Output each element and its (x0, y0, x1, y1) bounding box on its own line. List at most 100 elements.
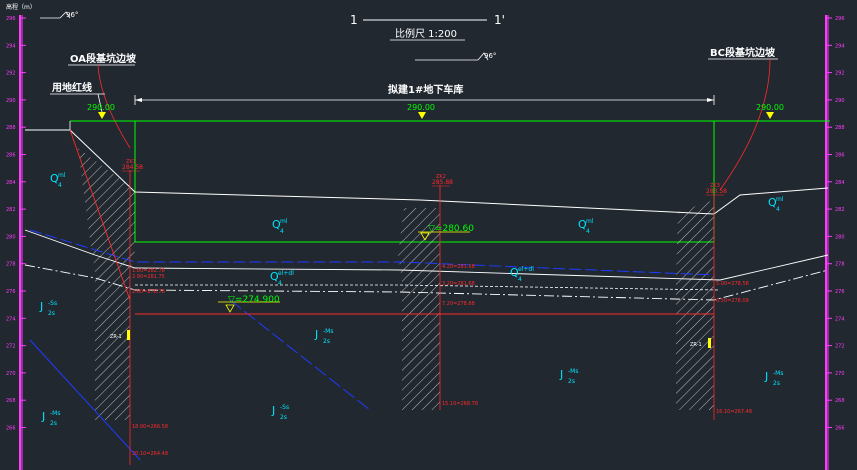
svg-text:290.00: 290.00 (756, 103, 784, 112)
tick-label: 296 (835, 16, 845, 22)
drawing-canvas: 296 294 292 290 288 286 284 282 280 278 276 274 272 2… (0, 0, 857, 470)
strata-label: J -Ms 2s (559, 368, 578, 385)
svg-text:-Ms: -Ms (50, 410, 60, 417)
svg-text:290.00: 290.00 (87, 103, 115, 112)
scale-left-mark: 1 (350, 13, 358, 27)
svg-text:el+dl: el+dl (278, 270, 294, 277)
tick-label: 286 (6, 153, 16, 159)
strata-label: Qml4 (50, 172, 66, 189)
svg-text:2s: 2s (773, 380, 780, 387)
level-marker-left: 290.00 (87, 103, 115, 119)
svg-text:4: 4 (278, 280, 282, 287)
garage-title: 拟建1#地下车库 (388, 83, 463, 96)
svg-text:2s: 2s (280, 414, 287, 421)
svg-text:4: 4 (586, 228, 590, 235)
svg-text:284.58: 284.58 (122, 164, 143, 171)
left-elevation-ruler (19, 15, 23, 470)
right-elevation-ruler (825, 15, 829, 470)
strata-label: Qml4 (578, 218, 594, 235)
svg-text:J: J (314, 328, 318, 341)
svg-text:2.90=281.75: 2.90=281.75 (132, 274, 165, 280)
tick-label: 286 (835, 153, 845, 159)
red-line-label: 用地红线 (51, 81, 92, 94)
geologic-section: 296 294 292 290 288 286 284 282 280 278 276 274 272 2… (6, 3, 845, 470)
svg-text:2s: 2s (568, 378, 575, 385)
svg-text:15.10=268.78: 15.10=268.78 (442, 401, 478, 407)
tick-label: 274 (6, 316, 16, 322)
svg-text:4: 4 (58, 182, 62, 189)
svg-text:96°: 96° (66, 11, 78, 19)
svg-text:-Ms: -Ms (773, 370, 783, 377)
strata-label: Qml4 (272, 218, 288, 235)
scale-right-mark: 1' (494, 13, 505, 27)
tick-label: 280 (835, 234, 845, 240)
water-level-left: ▽=274.900 (218, 295, 280, 313)
svg-text:▽=280.60: ▽=280.60 (428, 224, 474, 234)
tick-label: 280 (6, 234, 16, 240)
tick-label: 284 (835, 180, 845, 186)
svg-text:▽=274.900: ▽=274.900 (228, 295, 280, 305)
left-slope-title: OA段基坑边坡 (70, 52, 137, 65)
tick-label: 270 (835, 371, 845, 377)
tick-label: 290 (6, 98, 16, 104)
strata-label: J -Ss 2s (39, 300, 57, 317)
svg-text:4: 4 (518, 276, 522, 283)
elevation-axis-label: 高程（m） (6, 3, 36, 11)
svg-text:2s: 2s (323, 338, 330, 345)
scale-text: 比例尺 1:200 (395, 27, 457, 40)
tick-label: 278 (6, 262, 16, 268)
strata-label: Qml4 (768, 196, 784, 213)
svg-text:ZR-1: ZR-1 (690, 342, 702, 348)
hatched-zones (78, 148, 714, 420)
tick-label: 282 (6, 207, 16, 213)
svg-text:6.50=278.09: 6.50=278.09 (716, 298, 749, 304)
svg-text:4: 4 (280, 228, 284, 235)
svg-text:ml: ml (280, 218, 288, 225)
tick-label: 276 (6, 289, 16, 295)
tick-label: 296 (6, 16, 16, 22)
tick-label: 274 (835, 316, 845, 322)
svg-text:J: J (39, 300, 43, 313)
scale-header: 1 1' 比例尺 1:200 (350, 13, 505, 41)
svg-text:16.10=267.48: 16.10=267.48 (716, 409, 752, 415)
tick-label: 272 (6, 344, 16, 350)
svg-text:4.20=281.68: 4.20=281.68 (442, 264, 475, 270)
left-axis-ticks: 296 294 292 290 288 286 284 282 280 278 276 274 272 2… (6, 16, 26, 432)
svg-text:2s: 2s (50, 420, 57, 427)
svg-text:-Ss: -Ss (280, 404, 289, 411)
tick-label: 268 (6, 398, 16, 404)
tick-label: 292 (6, 71, 16, 77)
svg-text:3.20=281.68: 3.20=281.68 (442, 281, 475, 287)
tick-label: 266 (835, 426, 845, 432)
tick-label: 294 (6, 43, 16, 49)
north-arrow-mid: 96° (415, 52, 496, 61)
svg-text:5.00=278.58: 5.00=278.58 (716, 281, 749, 287)
tick-label: 268 (835, 398, 845, 404)
tick-label: 288 (6, 125, 16, 131)
svg-text:J: J (559, 368, 563, 381)
svg-text:2.80=278.78: 2.80=278.78 (132, 289, 165, 295)
svg-text:ml: ml (776, 196, 784, 203)
svg-text:ZR-1: ZR-1 (110, 334, 122, 340)
svg-text:7.20=278.68: 7.20=278.68 (442, 301, 475, 307)
strata-label: Qel+dl4 (270, 270, 294, 287)
svg-text:18.00=266.58: 18.00=266.58 (132, 424, 168, 430)
tick-label: 282 (835, 207, 845, 213)
right-slope-title: BC段基坑边坡 (710, 46, 776, 59)
tick-label: 292 (835, 71, 845, 77)
tick-label: 266 (6, 426, 16, 432)
tick-label: 272 (835, 344, 845, 350)
tick-label: 288 (835, 125, 845, 131)
svg-text:2s: 2s (48, 310, 55, 317)
svg-text:-Ms: -Ms (323, 328, 333, 335)
svg-text:ml: ml (586, 218, 594, 225)
svg-text:4: 4 (776, 206, 780, 213)
svg-text:J: J (764, 370, 768, 383)
north-arrow-top: 96° (40, 11, 78, 19)
tick-label: 278 (835, 262, 845, 268)
strata-label: J -Ms 2s (41, 410, 60, 427)
tick-label: 294 (835, 43, 845, 49)
svg-text:285.88: 285.88 (432, 179, 453, 186)
svg-text:20.10=264.48: 20.10=264.48 (132, 451, 168, 457)
svg-text:283.58: 283.58 (706, 188, 727, 195)
